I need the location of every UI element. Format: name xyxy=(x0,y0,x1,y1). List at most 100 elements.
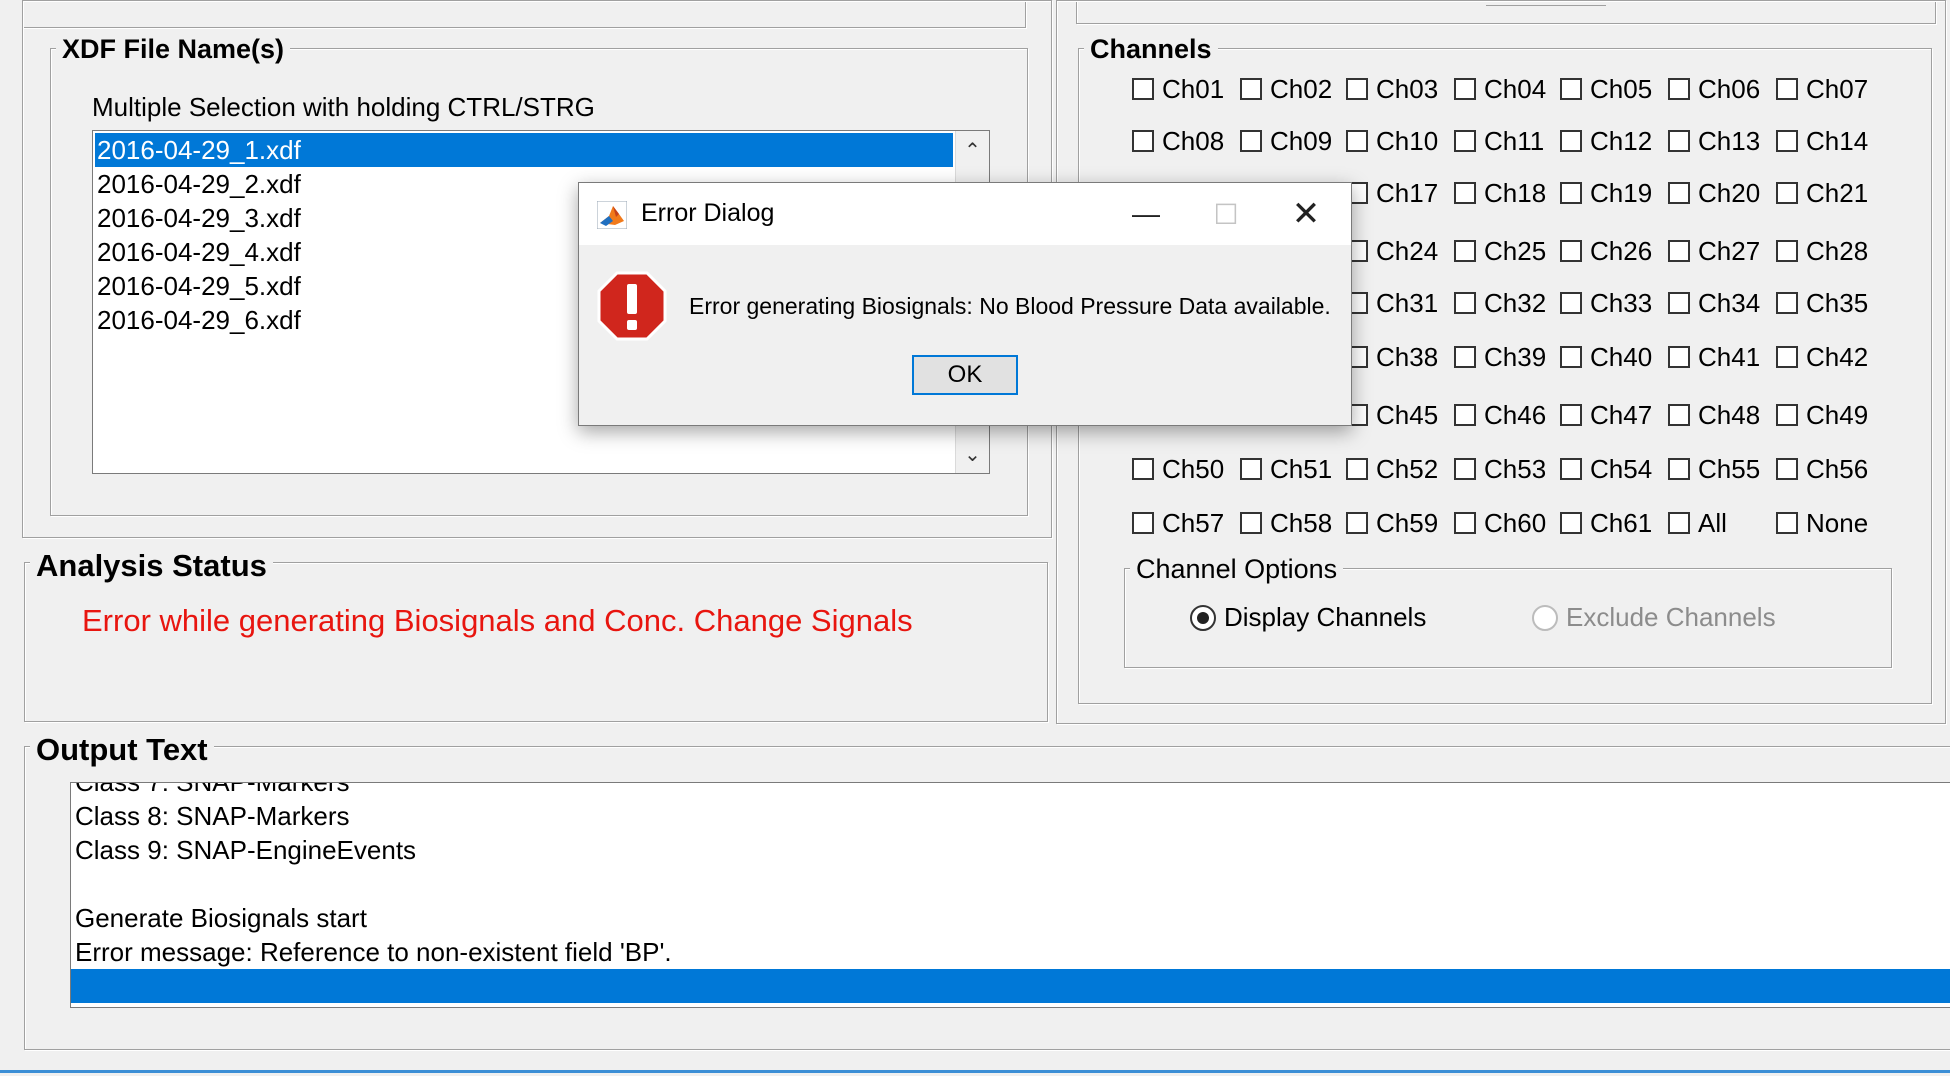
channel-checkbox-ch51[interactable]: Ch51 xyxy=(1240,452,1332,486)
channel-checkbox-ch39[interactable]: Ch39 xyxy=(1454,340,1546,374)
channel-checkbox-ch55[interactable]: Ch55 xyxy=(1668,452,1760,486)
file-list-item[interactable]: 2016-04-29_1.xdf xyxy=(95,133,953,167)
channel-checkbox-ch61[interactable]: Ch61 xyxy=(1560,506,1652,540)
channel-checkbox-ch34[interactable]: Ch34 xyxy=(1668,286,1760,320)
channel-checkbox-ch24[interactable]: Ch24 xyxy=(1346,234,1438,268)
file-list-item[interactable]: 2016-04-29_6.xdf xyxy=(95,303,301,337)
channel-checkbox-ch58[interactable]: Ch58 xyxy=(1240,506,1332,540)
channel-checkbox-ch06[interactable]: Ch06 xyxy=(1668,72,1760,106)
channel-checkbox-label: Ch49 xyxy=(1806,399,1869,430)
channel-checkbox-ch47[interactable]: Ch47 xyxy=(1560,398,1652,432)
analysis-status-title: Analysis Status xyxy=(30,550,273,581)
checkbox-unchecked-icon xyxy=(1668,404,1690,426)
error-dialog[interactable]: Error Dialog — ☐ ✕ Error generating Bios… xyxy=(578,182,1352,426)
channel-checkbox-none[interactable]: None xyxy=(1776,506,1868,540)
channel-checkbox-ch01[interactable]: Ch01 xyxy=(1132,72,1224,106)
channel-checkbox-ch25[interactable]: Ch25 xyxy=(1454,234,1546,268)
checkbox-unchecked-icon xyxy=(1240,130,1262,152)
channel-checkbox-ch05[interactable]: Ch05 xyxy=(1560,72,1652,106)
checkbox-unchecked-icon xyxy=(1668,240,1690,262)
file-list-item[interactable]: 2016-04-29_3.xdf xyxy=(95,201,301,235)
channel-checkbox-ch50[interactable]: Ch50 xyxy=(1132,452,1224,486)
channel-checkbox-ch11[interactable]: Ch11 xyxy=(1454,124,1544,158)
channels-group-title: Channels xyxy=(1084,36,1218,63)
channel-checkbox-label: Ch26 xyxy=(1590,235,1653,266)
channel-checkbox-label: Ch07 xyxy=(1806,73,1869,104)
channel-checkbox-ch17[interactable]: Ch17 xyxy=(1346,176,1438,210)
channel-checkbox-ch49[interactable]: Ch49 xyxy=(1776,398,1868,432)
channel-checkbox-label: Ch27 xyxy=(1698,235,1761,266)
channel-checkbox-ch60[interactable]: Ch60 xyxy=(1454,506,1546,540)
checkbox-unchecked-icon xyxy=(1454,240,1476,262)
channel-checkbox-label: Ch10 xyxy=(1376,125,1439,156)
channel-checkbox-ch53[interactable]: Ch53 xyxy=(1454,452,1546,486)
dialog-titlebar[interactable]: Error Dialog — ☐ ✕ xyxy=(579,183,1351,245)
radio-unselected-icon xyxy=(1532,604,1558,631)
minimize-icon[interactable]: — xyxy=(1111,191,1181,237)
channel-checkbox-ch26[interactable]: Ch26 xyxy=(1560,234,1652,268)
channel-checkbox-ch04[interactable]: Ch04 xyxy=(1454,72,1546,106)
channel-checkbox-ch14[interactable]: Ch14 xyxy=(1776,124,1868,158)
output-line: Class 9: SNAP-EngineEvents xyxy=(75,835,417,865)
channel-checkbox-ch54[interactable]: Ch54 xyxy=(1560,452,1652,486)
channel-checkbox-label: None xyxy=(1806,507,1869,538)
exclude-channels-radio[interactable]: Exclude Channels xyxy=(1532,602,1776,633)
checkbox-unchecked-icon xyxy=(1560,78,1582,100)
checkbox-unchecked-icon xyxy=(1454,292,1476,314)
channel-checkbox-ch31[interactable]: Ch31 xyxy=(1346,286,1438,320)
channel-checkbox-ch19[interactable]: Ch19 xyxy=(1560,176,1652,210)
channel-checkbox-label: Ch38 xyxy=(1376,341,1439,372)
channel-checkbox-ch02[interactable]: Ch02 xyxy=(1240,72,1332,106)
checkbox-unchecked-icon xyxy=(1776,78,1798,100)
channel-checkbox-ch10[interactable]: Ch10 xyxy=(1346,124,1438,158)
channel-checkbox-ch57[interactable]: Ch57 xyxy=(1132,506,1224,540)
channel-checkbox-label: Ch14 xyxy=(1806,125,1869,156)
file-list-item[interactable]: 2016-04-29_5.xdf xyxy=(95,269,301,303)
channel-checkbox-ch09[interactable]: Ch09 xyxy=(1240,124,1332,158)
channel-checkbox-ch32[interactable]: Ch32 xyxy=(1454,286,1546,320)
channel-checkbox-ch13[interactable]: Ch13 xyxy=(1668,124,1760,158)
channel-checkbox-ch38[interactable]: Ch38 xyxy=(1346,340,1438,374)
channel-checkbox-ch59[interactable]: Ch59 xyxy=(1346,506,1438,540)
display-channels-radio[interactable]: Display Channels xyxy=(1190,602,1426,633)
checkbox-unchecked-icon xyxy=(1776,292,1798,314)
channel-checkbox-all[interactable]: All xyxy=(1668,506,1727,540)
ok-button[interactable]: OK xyxy=(912,355,1018,395)
output-line: Generate Biosignals start xyxy=(75,903,367,933)
channel-checkbox-ch03[interactable]: Ch03 xyxy=(1346,72,1438,106)
channel-checkbox-ch45[interactable]: Ch45 xyxy=(1346,398,1438,432)
radio-selected-icon xyxy=(1190,604,1216,631)
channel-checkbox-ch40[interactable]: Ch40 xyxy=(1560,340,1652,374)
checkbox-unchecked-icon xyxy=(1668,182,1690,204)
channel-checkbox-ch27[interactable]: Ch27 xyxy=(1668,234,1760,268)
channel-checkbox-ch07[interactable]: Ch07 xyxy=(1776,72,1868,106)
channel-checkbox-ch33[interactable]: Ch33 xyxy=(1560,286,1652,320)
channel-checkbox-ch18[interactable]: Ch18 xyxy=(1454,176,1546,210)
channel-checkbox-label: Ch50 xyxy=(1162,453,1225,484)
checkbox-unchecked-icon xyxy=(1560,512,1582,534)
channel-checkbox-ch48[interactable]: Ch48 xyxy=(1668,398,1760,432)
checkbox-unchecked-icon xyxy=(1668,130,1690,152)
channel-checkbox-ch35[interactable]: Ch35 xyxy=(1776,286,1868,320)
channel-checkbox-label: Ch35 xyxy=(1806,287,1869,318)
channel-checkbox-ch08[interactable]: Ch08 xyxy=(1132,124,1224,158)
channel-checkbox-ch20[interactable]: Ch20 xyxy=(1668,176,1760,210)
channel-checkbox-label: Ch51 xyxy=(1270,453,1333,484)
scroll-down-icon[interactable]: ⌄ xyxy=(956,437,989,471)
checkbox-unchecked-icon xyxy=(1346,78,1368,100)
file-list-item[interactable]: 2016-04-29_2.xdf xyxy=(95,167,301,201)
channel-checkbox-ch28[interactable]: Ch28 xyxy=(1776,234,1868,268)
channel-checkbox-ch21[interactable]: Ch21 xyxy=(1776,176,1868,210)
channel-checkbox-ch41[interactable]: Ch41 xyxy=(1668,340,1760,374)
channel-checkbox-ch52[interactable]: Ch52 xyxy=(1346,452,1438,486)
channel-checkbox-label: Ch25 xyxy=(1484,235,1547,266)
channel-checkbox-ch56[interactable]: Ch56 xyxy=(1776,452,1868,486)
scroll-up-icon[interactable]: ⌃ xyxy=(956,133,989,167)
file-list-item[interactable]: 2016-04-29_4.xdf xyxy=(95,235,301,269)
channel-checkbox-ch46[interactable]: Ch46 xyxy=(1454,398,1546,432)
channel-checkbox-ch12[interactable]: Ch12 xyxy=(1560,124,1652,158)
output-text-area[interactable]: Class 7: SNAP-Markers Class 8: SNAP-Marke… xyxy=(70,782,1950,1008)
checkbox-unchecked-icon xyxy=(1454,404,1476,426)
channel-checkbox-ch42[interactable]: Ch42 xyxy=(1776,340,1868,374)
close-icon[interactable]: ✕ xyxy=(1271,191,1341,237)
